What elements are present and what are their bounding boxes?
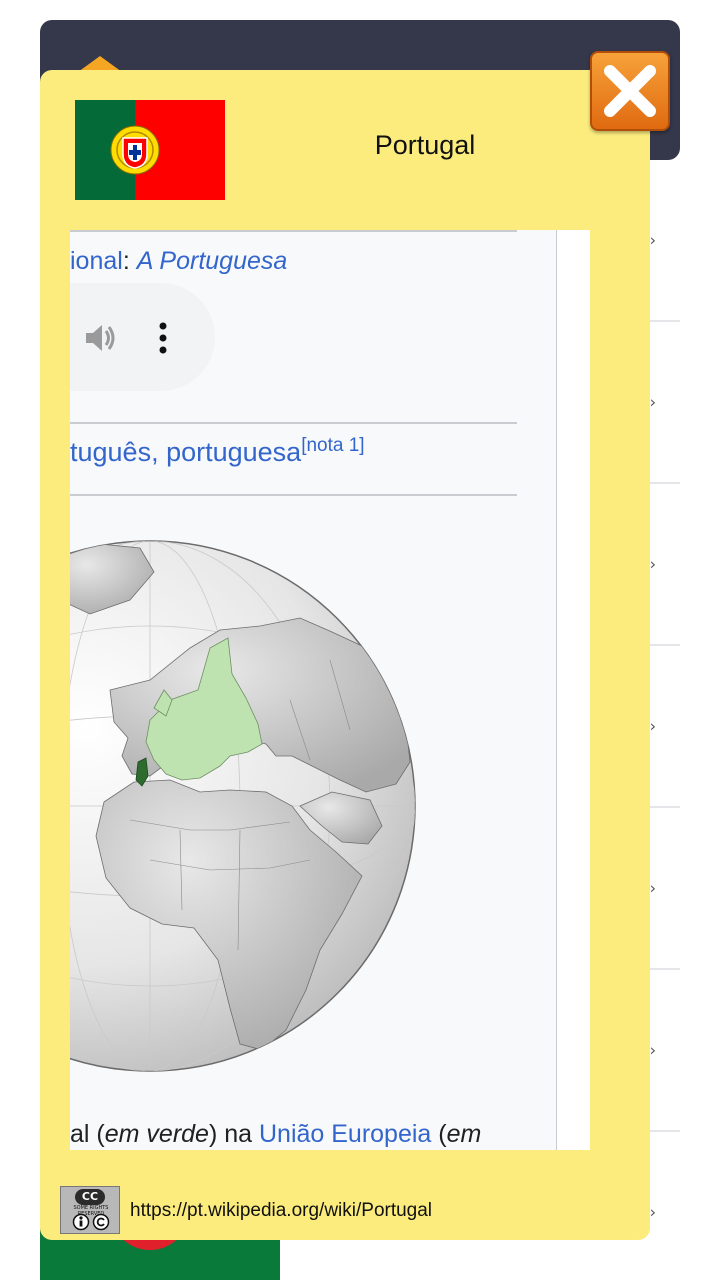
- anthem-separator: :: [122, 247, 137, 275]
- footnote-link[interactable]: [nota 1]: [301, 435, 364, 456]
- chevron-right-icon: ›: [649, 392, 656, 412]
- demonym-link[interactable]: tuguês, portuguesa: [70, 437, 301, 467]
- wikipedia-webview[interactable]: ional: A Portuguesa tuguês, portuguesa[n…: [70, 230, 590, 1150]
- chevron-right-icon: ›: [649, 230, 656, 250]
- caption-text: em verde: [104, 1120, 209, 1148]
- divider: [70, 230, 517, 232]
- map-caption: al (em verde) na União Europeia (em: [70, 1120, 481, 1149]
- chevron-right-icon: ›: [649, 1040, 656, 1060]
- source-url[interactable]: https://pt.wikipedia.org/wiki/Portugal: [130, 1200, 432, 1222]
- volume-icon[interactable]: [82, 320, 118, 356]
- divider: [70, 494, 517, 496]
- orthographic-map-image[interactable]: [70, 530, 430, 1090]
- caption-text: ) na: [208, 1120, 259, 1148]
- demonym-row: tuguês, portuguesa[nota 1]: [70, 435, 365, 468]
- modal-title: Portugal: [374, 130, 476, 160]
- divider: [70, 422, 517, 424]
- european-union-link[interactable]: União Europeia: [259, 1120, 431, 1148]
- chevron-right-icon: ›: [649, 554, 656, 574]
- creative-commons-badge[interactable]: CC SOME RIGHTS RESERVED: [60, 1186, 120, 1234]
- chevron-right-icon: ›: [649, 1202, 656, 1222]
- more-options-icon[interactable]: [156, 322, 170, 356]
- anthem-name-link[interactable]: A Portuguesa: [137, 247, 288, 275]
- wikipedia-infobox: ional: A Portuguesa tuguês, portuguesa[n…: [70, 230, 557, 1150]
- caption-text: em: [446, 1120, 482, 1148]
- cc-badge-label: CC: [75, 1189, 105, 1205]
- caption-text: (: [431, 1120, 447, 1148]
- chevron-right-icon: ›: [649, 716, 656, 736]
- coat-of-arms-icon: [110, 125, 160, 175]
- portugal-flag-image: [75, 100, 225, 200]
- close-button[interactable]: [590, 51, 670, 131]
- chevron-right-icon: ›: [649, 878, 656, 898]
- anthem-label-link[interactable]: ional: [70, 247, 123, 275]
- cc-by-sa-icon: [72, 1213, 110, 1231]
- caption-text: al (: [70, 1120, 105, 1148]
- close-x-icon: [604, 65, 656, 117]
- anthem-row: ional: A Portuguesa: [70, 247, 287, 276]
